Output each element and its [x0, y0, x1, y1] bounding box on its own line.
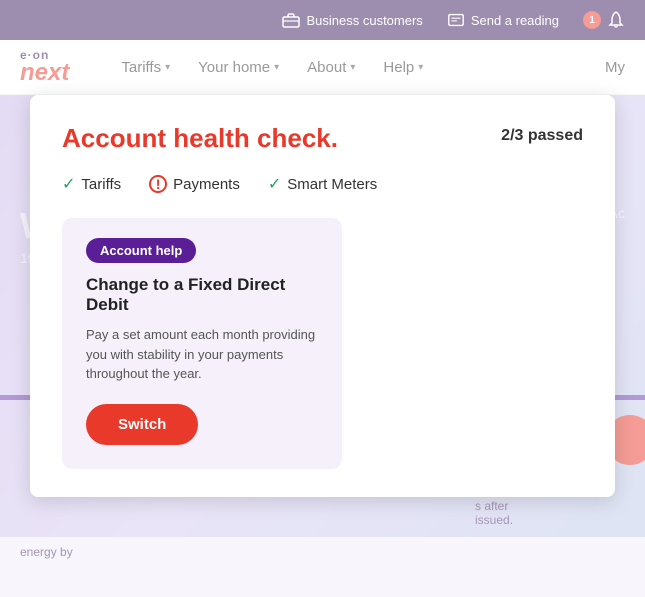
- help-card: Account help Change to a Fixed Direct De…: [62, 218, 342, 469]
- check-tariffs: ✓ Tariffs: [62, 174, 121, 194]
- check-smart-meters: ✓ Smart Meters: [268, 174, 377, 194]
- help-card-title: Change to a Fixed Direct Debit: [86, 275, 318, 315]
- check-tariffs-label: Tariffs: [81, 176, 121, 193]
- modal-header: Account health check. 2/3 passed: [62, 123, 583, 154]
- check-payments-label: Payments: [173, 176, 240, 193]
- checks-row: ✓ Tariffs ! Payments ✓ Smart Meters: [62, 174, 583, 194]
- check-smart-meters-label: Smart Meters: [287, 176, 377, 193]
- account-health-check-modal: Account health check. 2/3 passed ✓ Tarif…: [30, 95, 615, 497]
- passed-badge: 2/3 passed: [501, 127, 583, 145]
- check-warn-icon: !: [149, 175, 167, 193]
- account-help-badge: Account help: [86, 238, 196, 263]
- check-payments: ! Payments: [149, 175, 240, 193]
- help-card-description: Pay a set amount each month providing yo…: [86, 325, 318, 384]
- check-ok-icon: ✓: [62, 174, 75, 194]
- modal-title: Account health check.: [62, 123, 338, 154]
- check-ok-icon-2: ✓: [268, 174, 281, 194]
- switch-button[interactable]: Switch: [86, 404, 198, 445]
